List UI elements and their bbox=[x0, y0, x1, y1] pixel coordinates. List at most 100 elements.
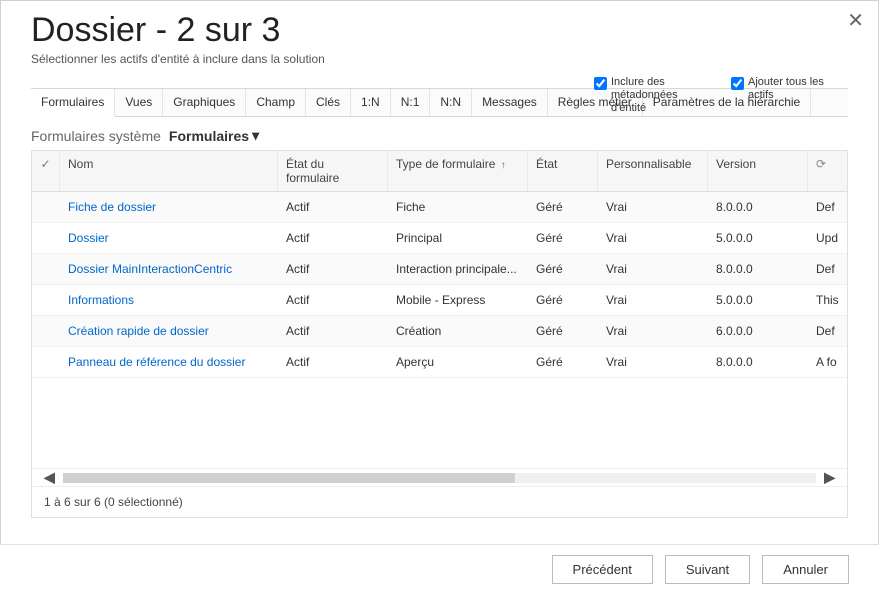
view-dropdown-label: Formulaires bbox=[169, 128, 249, 144]
row-select-cell[interactable] bbox=[32, 192, 60, 222]
include-metadata-label: Inclure des métadonnées d'entité bbox=[611, 76, 711, 116]
row-customizable-cell: Vrai bbox=[598, 347, 708, 377]
row-name-cell: Dossier MainInteractionCentric bbox=[60, 254, 278, 284]
row-type-cell: Principal bbox=[388, 223, 528, 253]
add-all-assets-option[interactable]: Ajouter tous les actifs bbox=[731, 76, 848, 116]
row-status-cell: Actif bbox=[278, 223, 388, 253]
add-all-assets-checkbox[interactable] bbox=[731, 77, 744, 90]
page-subtitle: Sélectionner les actifs d'entité à inclu… bbox=[31, 52, 848, 66]
form-name-link[interactable]: Informations bbox=[68, 293, 134, 307]
scroll-right-icon[interactable]: ▶ bbox=[820, 469, 839, 486]
row-select-cell[interactable] bbox=[32, 223, 60, 253]
row-version-cell: 5.0.0.0 bbox=[708, 223, 808, 253]
column-version[interactable]: Version bbox=[708, 151, 808, 191]
chevron-down-icon: ▾ bbox=[252, 127, 259, 144]
tab-cl-s[interactable]: Clés bbox=[306, 89, 351, 116]
column-customizable[interactable]: Personnalisable bbox=[598, 151, 708, 191]
row-description-cell: Def bbox=[808, 192, 838, 222]
row-select-cell[interactable] bbox=[32, 254, 60, 284]
section-header: Formulaires système Formulaires ▾ bbox=[1, 117, 878, 150]
row-customizable-cell: Vrai bbox=[598, 192, 708, 222]
form-name-link[interactable]: Fiche de dossier bbox=[68, 200, 156, 214]
check-icon: ✓ bbox=[40, 157, 50, 171]
horizontal-scrollbar[interactable]: ◀ ▶ bbox=[32, 468, 847, 486]
row-description-cell: Def bbox=[808, 316, 838, 346]
section-title: Formulaires système bbox=[31, 128, 161, 144]
grid-empty-space bbox=[32, 378, 847, 468]
table-row[interactable]: DossierActifPrincipalGéréVrai5.0.0.0Upd bbox=[32, 223, 847, 254]
sort-asc-icon: ↑ bbox=[501, 160, 506, 171]
include-metadata-checkbox[interactable] bbox=[594, 77, 607, 90]
column-state[interactable]: État bbox=[528, 151, 598, 191]
row-description-cell: This bbox=[808, 285, 838, 315]
add-all-assets-label: Ajouter tous les actifs bbox=[748, 76, 848, 102]
row-status-cell: Actif bbox=[278, 192, 388, 222]
table-row[interactable]: Dossier MainInteractionCentric ActifInter… bbox=[32, 254, 847, 285]
scroll-left-icon[interactable]: ◀ bbox=[40, 469, 59, 486]
dialog-footer: Précédent Suivant Annuler bbox=[0, 544, 879, 594]
row-customizable-cell: Vrai bbox=[598, 285, 708, 315]
row-select-cell[interactable] bbox=[32, 347, 60, 377]
row-status-cell: Actif bbox=[278, 347, 388, 377]
row-state-cell: Géré bbox=[528, 223, 598, 253]
column-form-type[interactable]: Type de formulaire ↑ bbox=[388, 151, 528, 191]
row-select-cell[interactable] bbox=[32, 316, 60, 346]
row-state-cell: Géré bbox=[528, 254, 598, 284]
grid-header-row: ✓ Nom État du formulaire Type de formula… bbox=[32, 151, 847, 192]
row-type-cell: Fiche bbox=[388, 192, 528, 222]
row-state-cell: Géré bbox=[528, 285, 598, 315]
table-row[interactable]: Fiche de dossierActifFicheGéréVrai8.0.0.… bbox=[32, 192, 847, 223]
form-name-link[interactable]: Dossier MainInteractionCentric bbox=[68, 262, 232, 276]
select-all-column[interactable]: ✓ bbox=[32, 151, 60, 191]
row-customizable-cell: Vrai bbox=[598, 223, 708, 253]
close-button[interactable]: ✕ bbox=[847, 11, 864, 31]
column-name[interactable]: Nom bbox=[60, 151, 278, 191]
form-name-link[interactable]: Panneau de référence du dossier bbox=[68, 355, 245, 369]
row-select-cell[interactable] bbox=[32, 285, 60, 315]
row-name-cell: Dossier bbox=[60, 223, 278, 253]
row-type-cell: Interaction principale... bbox=[388, 254, 528, 284]
row-version-cell: 8.0.0.0 bbox=[708, 254, 808, 284]
tab-champ[interactable]: Champ bbox=[246, 89, 306, 116]
scroll-track[interactable] bbox=[63, 473, 816, 483]
row-status-cell: Actif bbox=[278, 316, 388, 346]
row-status-cell: Actif bbox=[278, 285, 388, 315]
table-row[interactable]: Création rapide de dossier ActifCréationG… bbox=[32, 316, 847, 347]
row-customizable-cell: Vrai bbox=[598, 316, 708, 346]
table-row[interactable]: Panneau de référence du dossierActifAper… bbox=[32, 347, 847, 378]
table-row[interactable]: Informations ActifMobile - ExpressGéréVra… bbox=[32, 285, 847, 316]
tab-vues[interactable]: Vues bbox=[115, 89, 163, 116]
forms-grid: ✓ Nom État du formulaire Type de formula… bbox=[31, 150, 848, 518]
row-type-cell: Création bbox=[388, 316, 528, 346]
tab-1-n[interactable]: 1:N bbox=[351, 89, 391, 116]
page-title: Dossier - 2 sur 3 bbox=[31, 11, 848, 50]
cancel-button[interactable]: Annuler bbox=[762, 555, 849, 584]
form-name-link[interactable]: Création rapide de dossier bbox=[68, 324, 209, 338]
tab-n-n[interactable]: N:N bbox=[430, 89, 472, 116]
tab-formulaires[interactable]: Formulaires bbox=[31, 89, 115, 117]
previous-button[interactable]: Précédent bbox=[552, 555, 653, 584]
entity-assets-dialog: ✕ Dossier - 2 sur 3 Sélectionner les act… bbox=[0, 0, 879, 554]
tab-messages[interactable]: Messages bbox=[472, 89, 548, 116]
refresh-button[interactable]: ⟳ bbox=[808, 151, 834, 191]
row-name-cell: Création rapide de dossier bbox=[60, 316, 278, 346]
tab-n-1[interactable]: N:1 bbox=[391, 89, 431, 116]
scroll-thumb[interactable] bbox=[63, 473, 515, 483]
refresh-icon: ⟳ bbox=[816, 157, 826, 171]
row-state-cell: Géré bbox=[528, 316, 598, 346]
row-customizable-cell: Vrai bbox=[598, 254, 708, 284]
row-description-cell: Def bbox=[808, 254, 838, 284]
row-status-cell: Actif bbox=[278, 254, 388, 284]
row-type-cell: Mobile - Express bbox=[388, 285, 528, 315]
column-form-status[interactable]: État du formulaire bbox=[278, 151, 388, 191]
include-metadata-option[interactable]: Inclure des métadonnées d'entité bbox=[594, 76, 711, 116]
row-version-cell: 5.0.0.0 bbox=[708, 285, 808, 315]
row-description-cell: A fo bbox=[808, 347, 838, 377]
tab-graphiques[interactable]: Graphiques bbox=[163, 89, 246, 116]
view-dropdown[interactable]: Formulaires ▾ bbox=[169, 127, 259, 144]
header-options: Inclure des métadonnées d'entité Ajouter… bbox=[594, 76, 848, 116]
next-button[interactable]: Suivant bbox=[665, 555, 750, 584]
form-name-link[interactable]: Dossier bbox=[68, 231, 109, 245]
row-name-cell: Panneau de référence du dossier bbox=[60, 347, 278, 377]
row-version-cell: 8.0.0.0 bbox=[708, 192, 808, 222]
